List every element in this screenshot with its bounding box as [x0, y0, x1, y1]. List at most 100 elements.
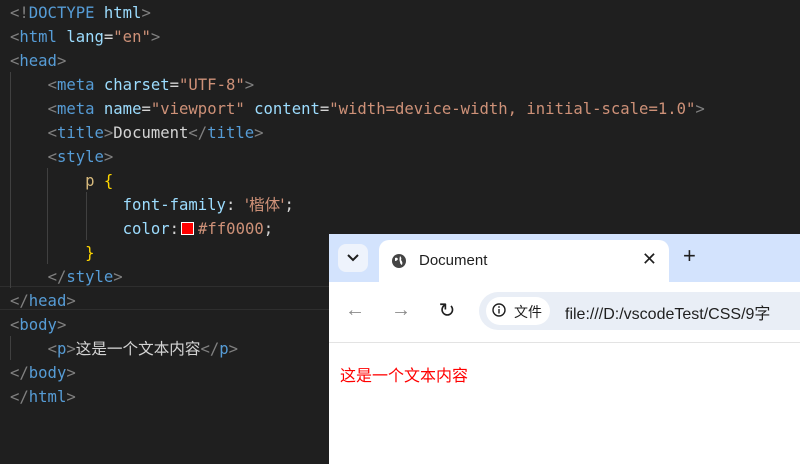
code-token: < [47, 148, 57, 166]
code-line: </body> [10, 361, 76, 385]
code-token: = [103, 28, 114, 46]
code-token: > [228, 340, 239, 358]
code-token: "width=device-width, initial-scale=1.0" [329, 100, 696, 118]
code-token: <! [10, 4, 29, 22]
page-paragraph: 这是一个文本内容 [340, 366, 469, 385]
code-token: charset [103, 76, 170, 94]
code-token: > [141, 4, 151, 22]
code-token: </ [10, 364, 29, 382]
code-token: < [47, 124, 57, 142]
reload-button[interactable]: ↻ [433, 296, 461, 324]
chevron-down-icon [347, 254, 359, 262]
code-token: title [56, 124, 104, 142]
code-line: font-family: '楷体'; [10, 193, 294, 217]
code-token: < [47, 340, 57, 358]
code-token: html [103, 4, 142, 22]
code-token: > [103, 124, 114, 142]
code-token: style [66, 268, 114, 286]
new-tab-button[interactable]: + [683, 243, 696, 269]
code-token: html [19, 28, 57, 46]
code-token: font-family [122, 196, 226, 214]
code-line: <meta name="viewport" content="width=dev… [10, 97, 705, 121]
reload-icon: ↻ [438, 299, 456, 322]
code-token: < [47, 100, 57, 118]
tab-title: Document [419, 252, 488, 269]
code-token: #ff0000 [198, 220, 264, 238]
code-token: "UTF-8" [179, 76, 245, 94]
tab-document[interactable]: Document ✕ [379, 240, 669, 282]
tab-search-button[interactable] [338, 244, 368, 272]
code-line: <body> [10, 313, 66, 337]
code-line: <meta charset="UTF-8"> [10, 73, 255, 97]
code-line: <title>Document</title> [10, 121, 264, 145]
close-icon[interactable]: ✕ [642, 249, 657, 270]
browser-window: Document ✕ + ← → ↻ 文件 file:///D:/vscodeT… [329, 234, 800, 464]
code-token: > [66, 340, 76, 358]
code-token: > [244, 76, 255, 94]
code-token: head [19, 52, 57, 70]
code-line: </head> [10, 289, 76, 313]
code-line: </html> [10, 385, 76, 409]
code-line: </style> [10, 265, 123, 289]
code-token: </ [10, 292, 29, 310]
code-line: <!DOCTYPE html> [10, 1, 151, 25]
code-token: > [56, 316, 67, 334]
code-token: html [28, 388, 67, 406]
code-token: 这是一个文本内容 [75, 340, 201, 358]
code-token: > [56, 52, 67, 70]
code-token: style [56, 148, 104, 166]
back-button[interactable]: ← [341, 296, 369, 324]
code-token: </ [200, 340, 220, 358]
code-token: > [695, 100, 705, 118]
address-bar[interactable]: 文件 file:///D:/vscodeTest/CSS/9字 [479, 292, 800, 330]
code-line: color: #ff0000; [10, 217, 273, 241]
code-token: = [319, 100, 330, 118]
code-token: </ [47, 268, 67, 286]
code-token: : [225, 196, 245, 214]
code-token: = [169, 76, 180, 94]
code-token: ; [263, 220, 274, 238]
forward-button[interactable]: → [387, 296, 415, 324]
url-text: file:///D:/vscodeTest/CSS/9字 [565, 306, 771, 323]
code-token: > [113, 268, 123, 286]
code-line: p { [10, 169, 113, 193]
site-info-chip[interactable]: 文件 [486, 297, 550, 325]
code-token: > [103, 148, 114, 166]
code-token: head [28, 292, 67, 310]
code-token: </ [188, 124, 208, 142]
code-token: color [122, 220, 170, 238]
code-token: '楷体' [244, 196, 285, 214]
code-token: > [66, 388, 76, 406]
code-token: p [56, 340, 67, 358]
tab-strip: Document ✕ + [329, 234, 800, 282]
code-token: meta [56, 76, 95, 94]
code-token: > [66, 364, 76, 382]
code-token: content [254, 100, 320, 118]
code-line: } [10, 241, 94, 265]
code-token: p [219, 340, 229, 358]
code-token: "viewport" [150, 100, 245, 118]
code-token: Document [113, 124, 189, 142]
code-token: < [47, 76, 57, 94]
code-token: body [28, 364, 67, 382]
info-icon [492, 303, 506, 317]
code-token: meta [56, 100, 95, 118]
code-line: <style> [10, 145, 114, 169]
code-token: lang [66, 28, 104, 46]
browser-toolbar: ← → ↻ 文件 file:///D:/vscodeTest/CSS/9字 [329, 282, 800, 343]
arrow-right-icon: → [391, 298, 411, 321]
